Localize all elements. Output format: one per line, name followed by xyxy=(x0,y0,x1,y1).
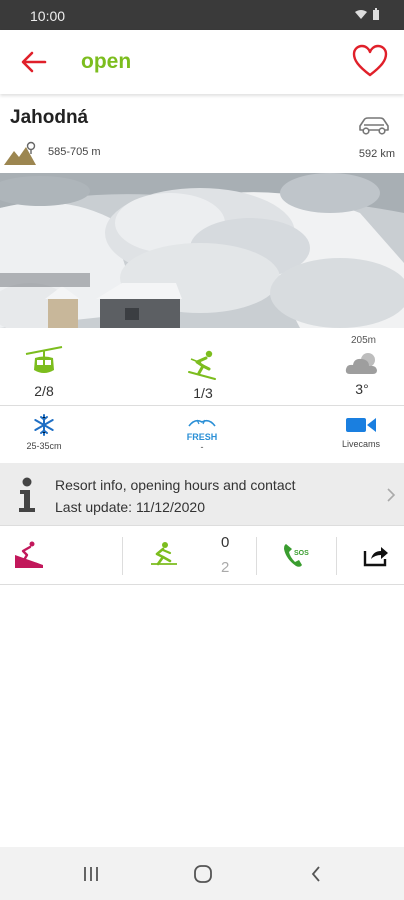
nav-back-icon[interactable] xyxy=(310,865,322,883)
divider xyxy=(336,537,337,575)
livecams-stat[interactable]: Livecams xyxy=(338,416,384,449)
system-nav-bar xyxy=(0,847,404,900)
cloud-icon xyxy=(345,353,377,374)
app-header: open xyxy=(0,30,404,94)
chevron-right-icon xyxy=(387,488,396,502)
share-icon[interactable] xyxy=(363,543,389,567)
crosscountry-ski-icon[interactable] xyxy=(150,541,178,569)
snow-depth: 25-35cm xyxy=(26,441,62,451)
altitude-range: 585-705 m xyxy=(48,146,101,158)
sos-phone-icon[interactable]: SOS xyxy=(282,541,312,569)
home-icon[interactable] xyxy=(193,864,213,884)
resort-info-link[interactable]: Resort info, opening hours and contact L… xyxy=(0,463,404,526)
fresh-snow-icon xyxy=(188,419,216,427)
weather-altitude: 205m xyxy=(350,335,376,346)
status-bar: 10:00 xyxy=(0,0,404,30)
gondola-icon xyxy=(25,346,63,373)
trails-open-count: 0 xyxy=(221,534,230,551)
weather-stat[interactable]: 3° xyxy=(342,352,382,397)
divider xyxy=(122,537,123,575)
action-row: 0 2 SOS xyxy=(0,527,404,585)
slopes-stat[interactable]: 1/3 xyxy=(181,350,225,401)
lifts-stat[interactable]: 2/8 xyxy=(22,346,66,399)
lift-slope-weather-stats: 2/8 1/3 205m 3° xyxy=(0,330,404,406)
heart-icon[interactable] xyxy=(352,44,388,78)
snow-type-sub: - xyxy=(200,442,204,452)
mountain-pin-icon xyxy=(4,141,36,165)
resort-name: Jahodná xyxy=(10,107,89,128)
snow-depth-stat[interactable]: 25-35cm xyxy=(16,414,72,451)
resort-summary: Jahodná 585-705 m 592 km xyxy=(0,95,404,173)
divider xyxy=(256,537,257,575)
snow-type: FRESH xyxy=(186,432,218,442)
slope-icon[interactable] xyxy=(14,541,44,569)
system-icons xyxy=(354,8,380,20)
wifi-icon xyxy=(355,9,367,19)
snowy-forest-image xyxy=(0,173,404,328)
status-time: 10:00 xyxy=(30,8,66,24)
temperature-value: 3° xyxy=(355,381,369,397)
svg-text:SOS: SOS xyxy=(294,550,309,557)
info-title: Resort info, opening hours and contact xyxy=(55,477,296,493)
car-icon xyxy=(359,117,389,135)
resort-photo[interactable] xyxy=(0,173,404,328)
info-icon xyxy=(19,477,35,512)
trails-total-count: 2 xyxy=(221,559,230,576)
snowflake-icon xyxy=(34,414,54,436)
last-update: Last update: 11/12/2020 xyxy=(55,499,205,515)
snow-type-stat[interactable]: FRESH - xyxy=(180,414,224,452)
camera-icon xyxy=(346,418,376,432)
back-arrow-icon[interactable] xyxy=(18,48,48,76)
resort-status: open xyxy=(81,50,132,73)
distance: 592 km xyxy=(358,148,395,160)
snow-conditions: 25-35cm FRESH - Livecams xyxy=(0,406,404,463)
slopes-value: 1/3 xyxy=(193,385,213,401)
recent-apps-icon[interactable] xyxy=(82,866,100,882)
skier-icon xyxy=(188,350,216,380)
battery-icon xyxy=(373,8,379,20)
livecams-label: Livecams xyxy=(341,439,380,449)
lifts-value: 2/8 xyxy=(34,383,54,399)
